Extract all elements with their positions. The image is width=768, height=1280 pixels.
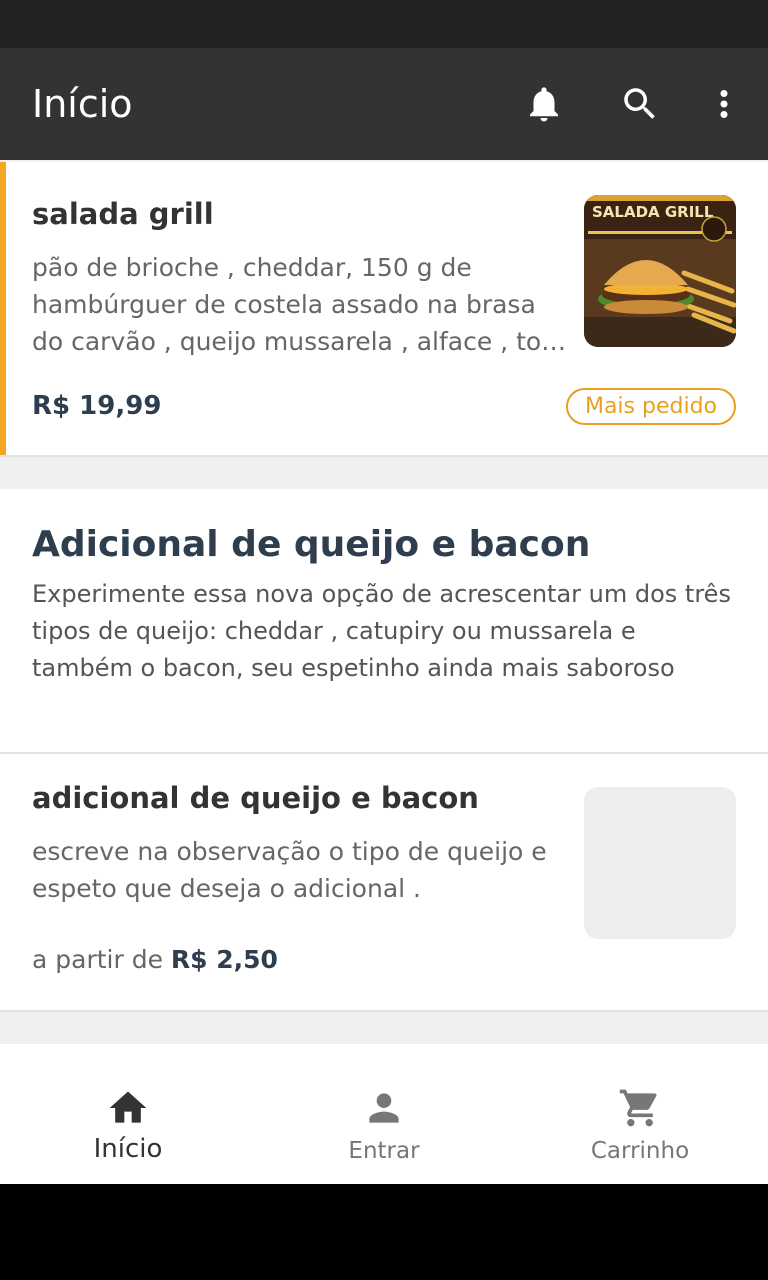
bell-icon[interactable] <box>520 80 568 128</box>
section-title: Adicional de queijo e bacon <box>32 524 591 565</box>
price-prefix: a partir de <box>32 945 171 974</box>
image-caption: SALADA GRILL <box>592 203 714 221</box>
description-line: do carvão , queijo mussarela , alface , … <box>32 327 567 356</box>
most-ordered-badge: Mais pedido <box>566 388 736 425</box>
section-description: Experimente essa nova opção de acrescent… <box>32 580 731 682</box>
price-value: R$ 2,50 <box>170 945 278 974</box>
product-price: R$ 19,99 <box>32 391 162 421</box>
description-line: pão de brioche , cheddar, 150 g de <box>32 253 472 282</box>
description-line: hambúrguer de costela assado na brasa <box>32 290 536 319</box>
status-bar <box>0 0 768 48</box>
product-title: salada grill <box>32 197 214 231</box>
category-section: Adicional de queijo e bacon Experimente … <box>0 489 768 754</box>
nav-home-label: Início <box>93 1134 163 1164</box>
cart-icon <box>619 1089 657 1127</box>
nav-cart[interactable]: Carrinho <box>512 1044 768 1184</box>
screen: Início salada grill pão de brioche , che… <box>0 0 768 1280</box>
product-image-placeholder[interactable] <box>584 787 736 939</box>
page-title: Início <box>32 82 133 126</box>
nav-cart-label: Carrinho <box>590 1138 690 1164</box>
burger-photo: SALADA GRILL <box>584 195 736 347</box>
bottom-navigation: Início Entrar Carrinho <box>0 1044 768 1184</box>
product-price: a partir de R$ 2,50 <box>32 942 278 978</box>
product-image-burger[interactable]: SALADA GRILL <box>584 195 736 347</box>
search-icon[interactable] <box>616 80 664 128</box>
product-card-salada-grill[interactable]: salada grill pão de brioche , cheddar, 1… <box>0 162 768 457</box>
nav-login-label: Entrar <box>348 1138 420 1164</box>
nav-home[interactable]: Início <box>0 1044 256 1184</box>
product-title: adicional de queijo e bacon <box>32 781 479 815</box>
product-description: escreve na observação o tipo de queijo e… <box>32 837 547 903</box>
product-list: salada grill pão de brioche , cheddar, 1… <box>0 162 768 1044</box>
app-bar: Início <box>0 48 768 160</box>
product-description: pão de brioche , cheddar, 150 g de hambú… <box>32 249 572 360</box>
home-icon <box>109 1091 147 1123</box>
more-vert-icon[interactable] <box>700 80 748 128</box>
product-card-adicional[interactable]: adicional de queijo e bacon escreve na o… <box>0 754 768 1012</box>
system-navigation-bar <box>0 1184 768 1280</box>
person-icon <box>369 1093 399 1123</box>
nav-login[interactable]: Entrar <box>256 1044 512 1184</box>
featured-accent-bar <box>0 162 6 455</box>
